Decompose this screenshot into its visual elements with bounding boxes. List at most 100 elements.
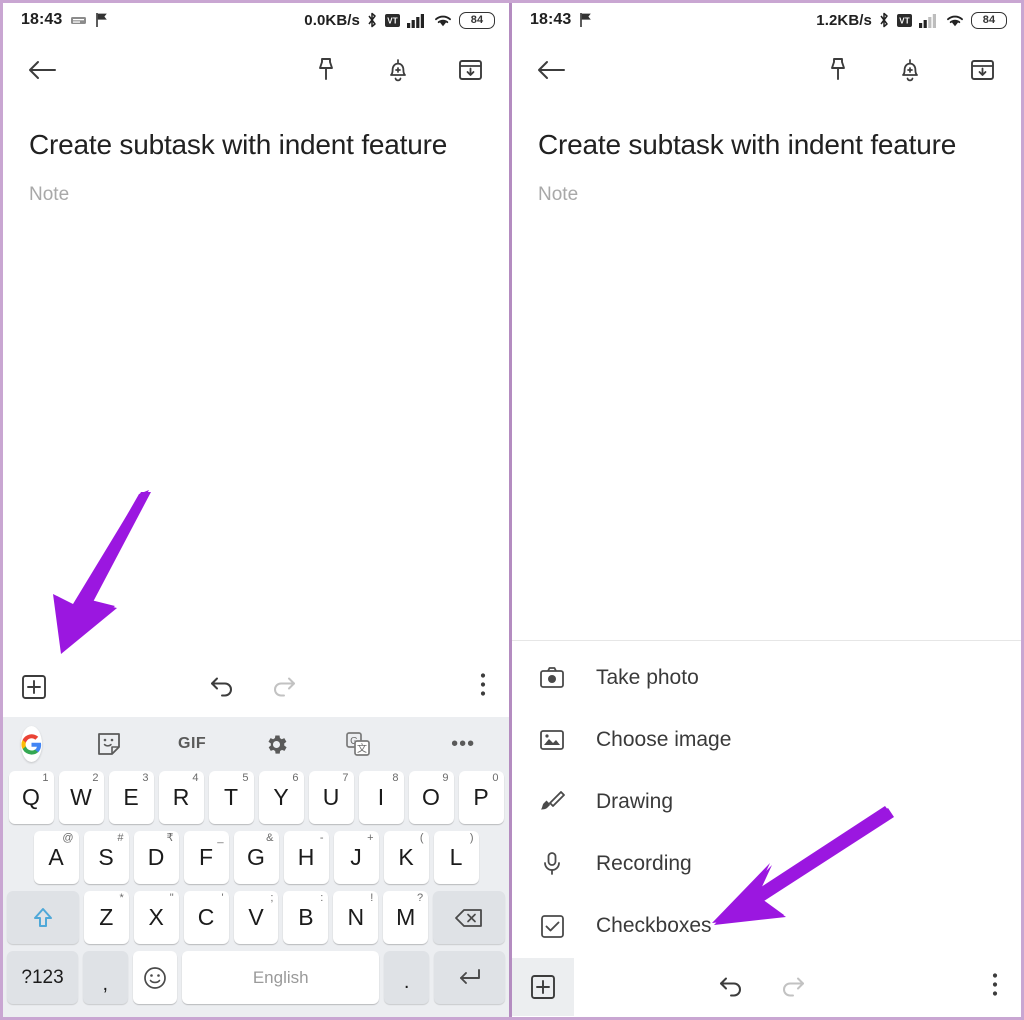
add-content-button[interactable] <box>3 658 65 716</box>
key-sup: 9 <box>442 772 449 784</box>
wifi-icon <box>433 12 453 28</box>
key-label: J <box>350 844 362 870</box>
key[interactable]: 9O <box>408 771 454 824</box>
key[interactable]: _ F <box>183 831 229 884</box>
pin-icon[interactable] <box>821 53 855 87</box>
svg-text:文: 文 <box>357 742 367 755</box>
key-sup: ; <box>270 892 274 904</box>
key-sup: ? <box>417 892 424 904</box>
space-key[interactable]: English <box>181 951 380 1004</box>
checkbox-icon <box>538 914 566 939</box>
key-label: Q <box>22 784 40 810</box>
menu-item-choose-image[interactable]: Choose image <box>512 709 1021 771</box>
reminder-bell-icon[interactable] <box>381 53 415 87</box>
back-arrow-icon[interactable] <box>25 53 59 87</box>
sticker-icon[interactable] <box>96 731 122 757</box>
key[interactable]: 0P <box>458 771 504 824</box>
note-body-placeholder[interactable]: Note <box>512 162 1021 206</box>
archive-icon[interactable] <box>965 53 999 87</box>
key[interactable]: ₹ D <box>133 831 179 884</box>
redo-icon[interactable] <box>777 972 807 1003</box>
key[interactable]: & G <box>233 831 279 884</box>
key[interactable]: " X <box>133 891 179 944</box>
menu-item-label: Choose image <box>596 728 732 751</box>
key-sup: ! <box>370 892 374 904</box>
key[interactable]: 8I <box>358 771 404 824</box>
key-sup: 6 <box>292 772 299 784</box>
reminder-bell-icon[interactable] <box>893 53 927 87</box>
more-horizontal-icon[interactable]: ••• <box>451 734 475 754</box>
menu-item-recording[interactable]: Recording <box>512 833 1021 895</box>
menu-item-checkboxes[interactable]: Checkboxes <box>512 895 1021 957</box>
virtual-keyboard[interactable]: GIF G文 ••• 1Q 2W 3E 4R 5T 6Y 7 U 8 I 9 O… <box>3 717 509 1017</box>
emoji-key[interactable] <box>132 951 177 1004</box>
enter-key[interactable] <box>433 951 505 1004</box>
key[interactable]: (K <box>383 831 429 884</box>
signal-icon <box>919 12 939 28</box>
add-content-button[interactable] <box>512 958 574 1016</box>
key[interactable]: * Z <box>83 891 129 944</box>
back-arrow-icon[interactable] <box>534 53 568 87</box>
key[interactable]: 2W <box>58 771 104 824</box>
google-logo-icon[interactable] <box>21 726 42 762</box>
pin-icon[interactable] <box>309 53 343 87</box>
signal-icon <box>407 12 427 28</box>
key-label: Z <box>99 904 114 930</box>
symbols-key[interactable]: ?123 <box>7 951 79 1004</box>
menu-item-label: Recording <box>596 852 692 875</box>
key-label: T <box>223 784 239 810</box>
comma-key[interactable]: , <box>83 951 128 1004</box>
key[interactable]: 1Q <box>8 771 54 824</box>
undo-icon[interactable] <box>717 972 747 1003</box>
note-canvas[interactable] <box>3 206 509 657</box>
archive-icon[interactable] <box>453 53 487 87</box>
note-body-placeholder[interactable]: Note <box>3 162 509 206</box>
gif-button[interactable]: GIF <box>178 735 206 753</box>
key[interactable]: ! N <box>333 891 379 944</box>
menu-item-drawing[interactable]: Drawing <box>512 771 1021 833</box>
more-vertical-icon[interactable] <box>479 672 487 703</box>
key[interactable]: 6Y <box>258 771 304 824</box>
key[interactable]: -H <box>283 831 329 884</box>
key[interactable]: + J <box>333 831 379 884</box>
translate-icon[interactable]: G文 <box>345 731 371 757</box>
menu-item-take-photo[interactable]: Take photo <box>512 647 1021 709</box>
keyboard-row-4: ?123 , English . <box>3 951 509 1011</box>
key[interactable]: @ A <box>33 831 79 884</box>
key[interactable]: # S <box>83 831 129 884</box>
key[interactable]: 7U <box>308 771 354 824</box>
key-sup: ( <box>419 832 424 844</box>
more-vertical-icon[interactable] <box>991 972 999 1003</box>
note-title[interactable]: Create subtask with indent feature <box>3 103 509 162</box>
backspace-key[interactable] <box>433 891 506 944</box>
redo-icon[interactable] <box>268 672 298 703</box>
note-canvas[interactable] <box>512 206 1021 640</box>
shift-key[interactable] <box>6 891 79 944</box>
note-title[interactable]: Create subtask with indent feature <box>512 103 1021 162</box>
key[interactable]: 5T <box>208 771 254 824</box>
key-sup: @ <box>62 832 74 844</box>
status-bar: 18:43 1.2KB/s VT 84 <box>512 3 1021 37</box>
key[interactable]: :B <box>283 891 329 944</box>
status-bar: 18:43 0.0KB/s VT 84 <box>3 3 509 37</box>
keyboard-row-1: 1Q 2W 3E 4R 5T 6Y 7U 8I 9O 0P <box>3 771 509 831</box>
battery-level: 84 <box>971 11 1007 29</box>
screenshot-frame: 18:43 0.0KB/s VT 84 Create subtask with … <box>0 0 1024 1020</box>
keyboard-toolbar: GIF G文 ••• <box>3 717 509 771</box>
key-label: C <box>197 904 215 930</box>
key[interactable]: 3E <box>108 771 154 824</box>
key-sup: 8 <box>392 772 399 784</box>
key[interactable]: ) L <box>433 831 479 884</box>
key-label: X <box>148 904 164 930</box>
key[interactable]: ' C <box>183 891 229 944</box>
key[interactable]: 4R <box>158 771 204 824</box>
period-key[interactable]: . <box>384 951 429 1004</box>
key[interactable]: ? M <box>383 891 429 944</box>
key-sup: ) <box>469 832 474 844</box>
key-label: F <box>198 844 214 870</box>
key-sup: + <box>367 832 374 844</box>
undo-icon[interactable] <box>208 672 238 703</box>
key[interactable]: ; V <box>233 891 279 944</box>
gear-icon[interactable] <box>264 732 289 757</box>
app-bar <box>3 37 509 103</box>
